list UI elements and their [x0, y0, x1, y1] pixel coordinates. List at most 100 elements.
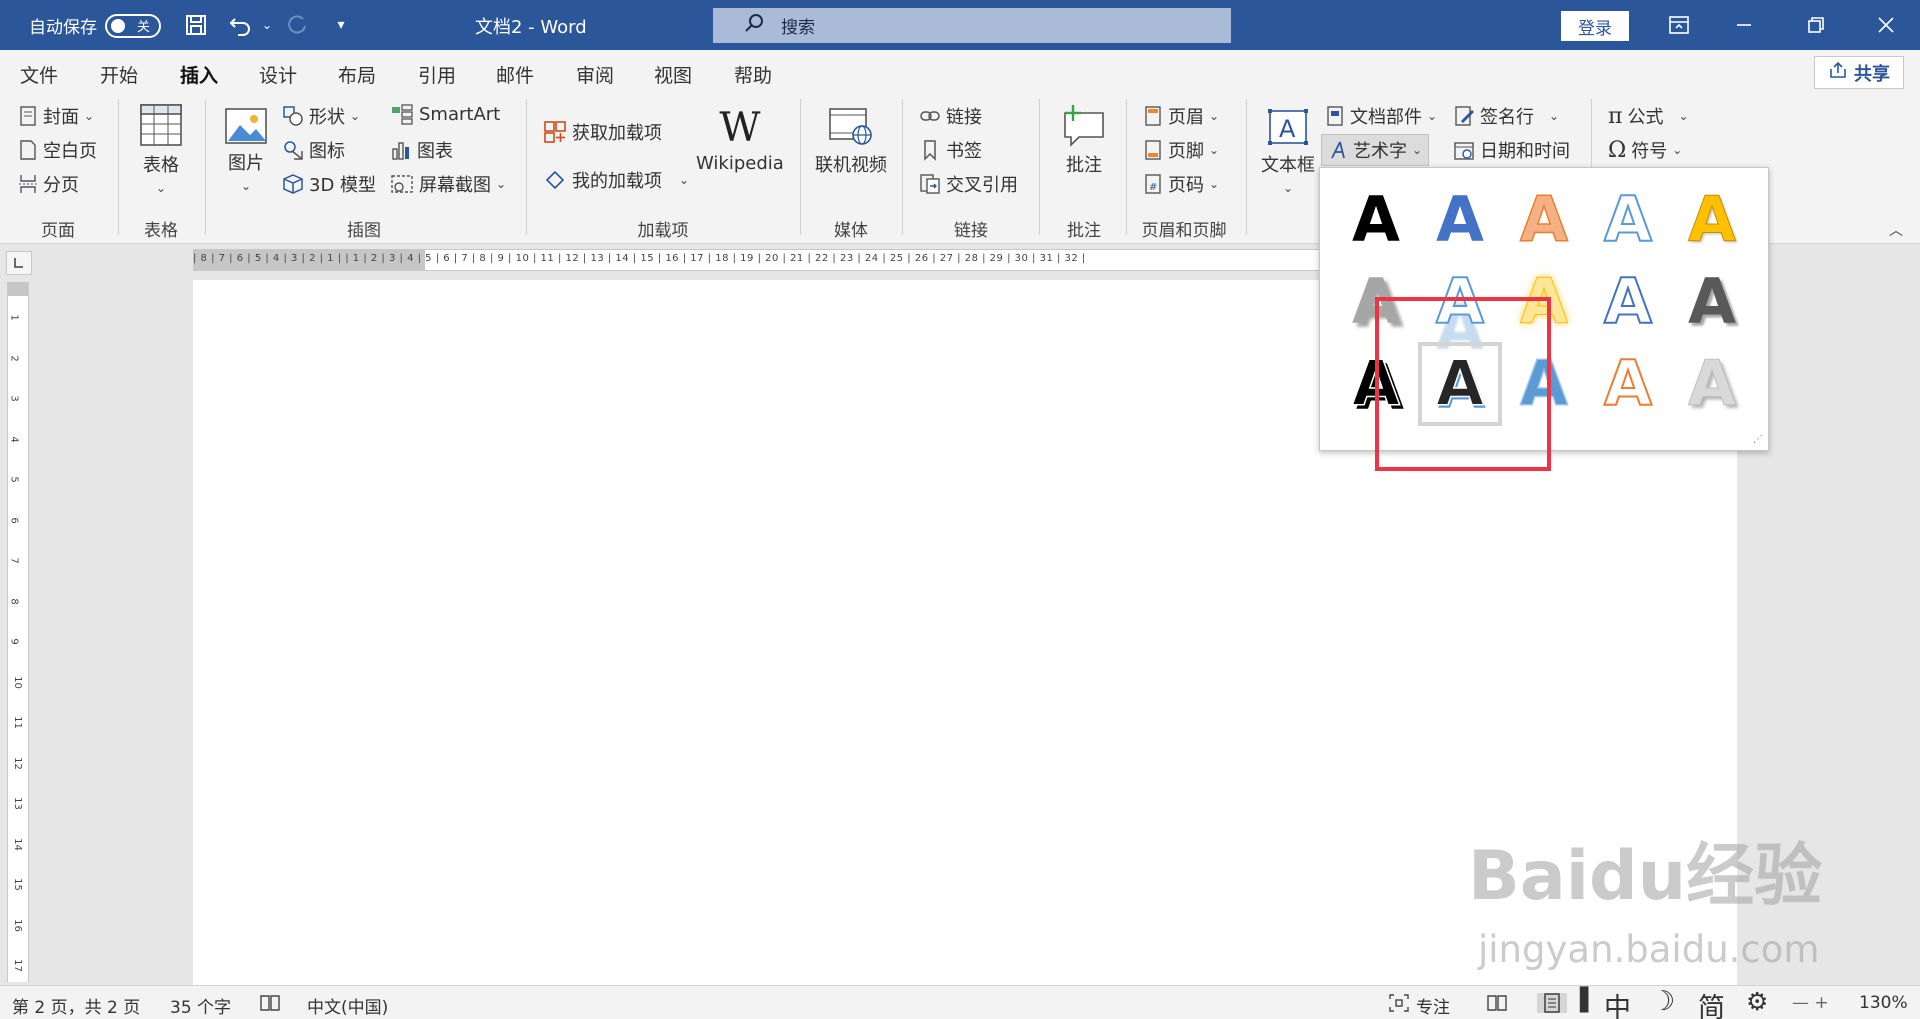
wordart-style-9[interactable]: A [1586, 260, 1670, 344]
read-mode-icon[interactable] [1486, 993, 1508, 1013]
search-box[interactable]: 搜索 [713, 8, 1231, 43]
group-label-pages: 页面 [41, 221, 75, 241]
textbox-button[interactable]: A 文本框 ⌄ [1261, 107, 1315, 195]
my-addins-button[interactable]: 我的加载项 ⌄ [543, 167, 689, 193]
signature-line-button[interactable]: 签名行 ⌄ [1453, 103, 1559, 129]
tab-help[interactable]: 帮助 [734, 61, 772, 88]
page-info[interactable]: 第 2 页，共 2 页 [12, 993, 140, 1018]
wordart-style-5[interactable]: A [1670, 178, 1754, 262]
close-icon[interactable] [1871, 10, 1901, 40]
minimize-icon[interactable] [1729, 10, 1759, 40]
language-indicator[interactable]: 中文(中国) [307, 993, 388, 1018]
icons-button[interactable]: 图标 [282, 137, 345, 163]
tab-view[interactable]: 视图 [654, 61, 692, 88]
get-addins-button[interactable]: 获取加载项 [543, 119, 662, 145]
new-comment-button[interactable]: 批注 [1061, 103, 1107, 177]
proofing-icon[interactable] [259, 993, 281, 1013]
wikipedia-icon: W [719, 105, 761, 151]
bookmark-button[interactable]: 书签 [919, 137, 982, 163]
wordart-style-1[interactable]: A [1334, 178, 1418, 262]
table-button[interactable]: 表格 ⌄ [139, 103, 183, 195]
login-button[interactable]: 登录 [1561, 11, 1629, 41]
footer-button[interactable]: 页脚 ⌄ [1143, 137, 1219, 163]
customize-toolbar-icon[interactable]: ▾ [326, 10, 356, 40]
wordart-style-10[interactable]: A [1670, 260, 1754, 344]
equation-label: 公式 [1627, 107, 1664, 128]
wordart-style-2[interactable]: A [1418, 178, 1502, 262]
date-time-button[interactable]: 日期和时间 [1453, 137, 1570, 163]
save-icon[interactable] [181, 10, 211, 40]
autosave-toggle[interactable]: 关 [105, 13, 161, 38]
blank-page-button[interactable]: 空白页 [18, 137, 97, 163]
wordart-style-4[interactable]: A [1586, 178, 1670, 262]
icons-icon [282, 139, 304, 161]
ime-simplified-toggle[interactable]: 简 [1698, 986, 1725, 1019]
chevron-down-icon: ⌄ [1209, 143, 1220, 157]
autosave-control[interactable]: 自动保存 关 [29, 13, 161, 38]
ime-chinese-toggle[interactable]: 中 [1604, 986, 1631, 1019]
tab-layout[interactable]: 布局 [338, 61, 376, 88]
header-button[interactable]: 页眉 ⌄ [1143, 103, 1219, 129]
shapes-button[interactable]: 形状 ⌄ [282, 103, 360, 129]
wordart-style-6[interactable]: A [1334, 260, 1418, 344]
wordart-style-11[interactable]: A [1334, 342, 1418, 426]
wordart-style-8[interactable]: A [1502, 260, 1586, 344]
quick-parts-icon [1325, 105, 1345, 127]
resize-grip-icon[interactable]: ⋰ [1753, 434, 1763, 445]
group-label-tables: 表格 [144, 221, 178, 241]
equation-button[interactable]: π 公式 ⌄ [1608, 103, 1689, 129]
page-number-button[interactable]: # 页码 ⌄ [1143, 171, 1219, 197]
page-break-button[interactable]: 分页 [18, 171, 79, 197]
focus-mode-button[interactable]: 专注 [1388, 993, 1450, 1018]
share-button[interactable]: 共享 [1814, 56, 1904, 89]
wordart-glyph: A [1688, 347, 1737, 420]
tab-references[interactable]: 引用 [418, 61, 456, 88]
signature-line-icon [1453, 105, 1475, 127]
group-separator [1126, 99, 1127, 235]
tab-file[interactable]: 文件 [20, 61, 58, 88]
ribbon-display-options-icon[interactable] [1664, 10, 1694, 40]
bookmark-label: 书签 [946, 141, 982, 162]
wordart-style-12[interactable]: A [1418, 342, 1502, 426]
cover-page-button[interactable]: 封面 ⌄ [18, 103, 94, 129]
tab-review[interactable]: 审阅 [576, 61, 614, 88]
tab-selector[interactable] [6, 251, 32, 275]
moon-icon[interactable]: ☽ [1651, 986, 1675, 1017]
wordart-style-14[interactable]: A [1586, 342, 1670, 426]
smartart-button[interactable]: SmartArt [390, 103, 500, 125]
word-count[interactable]: 35 个字 [170, 993, 231, 1018]
wordart-style-13[interactable]: A [1502, 342, 1586, 426]
zoom-level[interactable]: 130% [1859, 993, 1908, 1013]
3d-models-button[interactable]: 3D 模型 [282, 171, 376, 197]
screenshot-button[interactable]: 屏幕截图 ⌄ [390, 171, 506, 197]
wikipedia-button[interactable]: W Wikipedia [696, 105, 784, 174]
wordart-style-3[interactable]: A [1502, 178, 1586, 262]
zoom-slider[interactable]: — + [1792, 993, 1829, 1013]
wordart-button[interactable]: 艺术字 ⌄ [1321, 134, 1430, 166]
tab-design[interactable]: 设计 [259, 61, 297, 88]
vertical-ruler[interactable]: 123456789101112131415161718 [7, 282, 29, 1012]
print-layout-icon[interactable] [1537, 993, 1567, 1013]
chart-button[interactable]: 图表 [390, 137, 453, 163]
svg-text:A: A [1279, 115, 1296, 143]
cross-reference-button[interactable]: 交叉引用 [919, 171, 1018, 197]
ruler-number: 7 [8, 557, 20, 564]
restore-icon[interactable] [1801, 10, 1831, 40]
collapse-ribbon-icon[interactable]: ︿ [1889, 220, 1903, 240]
symbol-button[interactable]: Ω 符号 ⌄ [1608, 137, 1682, 163]
group-separator [1039, 99, 1040, 235]
online-video-button[interactable]: 联机视频 [815, 107, 887, 177]
wordart-glyph: A [1603, 347, 1653, 420]
wordart-style-7[interactable]: A [1418, 260, 1502, 344]
picture-button[interactable]: 图片 ⌄ [224, 107, 268, 193]
cross-reference-label: 交叉引用 [946, 175, 1018, 196]
horizontal-ruler[interactable]: | 8 | 7 | 6 | 5 | 4 | 3 | 2 | 1 | | 1 | … [193, 249, 1319, 271]
quick-parts-button[interactable]: 文档部件 ⌄ [1325, 103, 1437, 129]
gear-icon[interactable]: ⚙ [1746, 987, 1768, 1016]
tab-insert[interactable]: 插入 [180, 61, 219, 96]
tab-home[interactable]: 开始 [100, 61, 138, 88]
undo-dropdown-icon[interactable]: ⌄ [252, 10, 282, 40]
link-button[interactable]: 链接 [919, 103, 982, 129]
tab-mailings[interactable]: 邮件 [496, 61, 534, 88]
wordart-style-15[interactable]: A [1670, 342, 1754, 426]
